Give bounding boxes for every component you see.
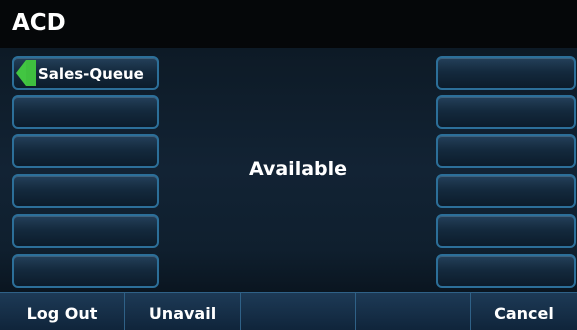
line-key-11[interactable] (436, 214, 576, 248)
unavail-softkey[interactable]: Unavail (125, 293, 241, 330)
softkey-3[interactable] (241, 293, 356, 330)
cancel-softkey[interactable]: Cancel (471, 293, 577, 330)
title-bar: ACD (0, 0, 577, 48)
line-key-2[interactable] (12, 95, 159, 129)
agent-status-text: Available (248, 158, 348, 180)
line-key-6[interactable] (12, 254, 159, 288)
phone-screen: ACD Sales-Queue Available Log Out Unavai… (0, 0, 577, 330)
line-key-4[interactable] (12, 174, 159, 208)
line-key-7[interactable] (436, 56, 576, 90)
line-key-1[interactable]: Sales-Queue (12, 56, 159, 90)
softkey-4[interactable] (356, 293, 471, 330)
line-key-10[interactable] (436, 174, 576, 208)
logout-softkey[interactable]: Log Out (0, 293, 125, 330)
line-key-12[interactable] (436, 254, 576, 288)
line-key-5[interactable] (12, 214, 159, 248)
softkey-bar: Log Out Unavail Cancel (0, 292, 577, 330)
line-key-9[interactable] (436, 134, 576, 168)
line-key-8[interactable] (436, 95, 576, 129)
line-key-3[interactable] (12, 134, 159, 168)
line-key-label: Sales-Queue (38, 65, 144, 83)
screen-title: ACD (12, 10, 66, 36)
active-indicator-icon (16, 60, 36, 86)
